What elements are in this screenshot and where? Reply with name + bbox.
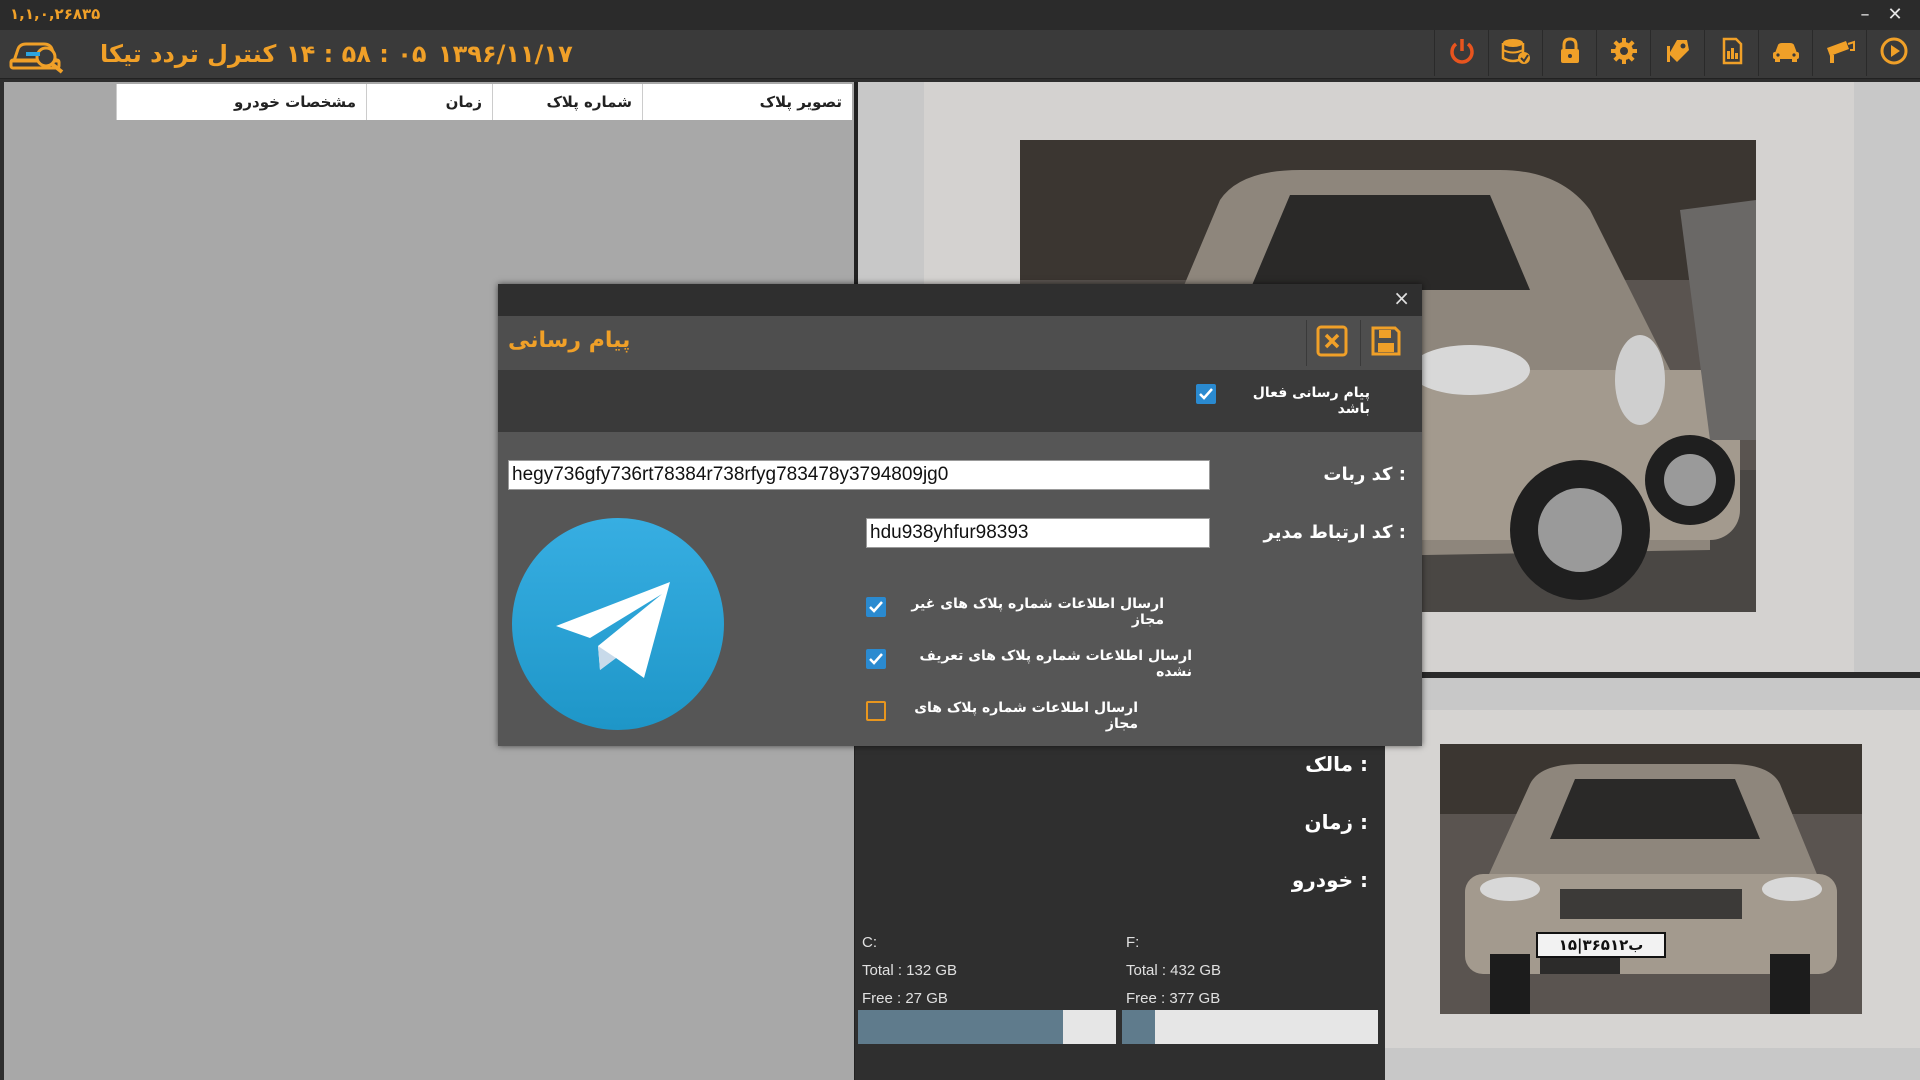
bot-code-label: کد ربات : <box>1323 464 1406 485</box>
settings-button[interactable] <box>1596 30 1651 76</box>
close-window-button[interactable]: ✕ <box>1880 2 1910 28</box>
check-icon <box>869 653 883 665</box>
cancel-button[interactable] <box>1306 320 1357 366</box>
option-unauthorized-checkbox[interactable] <box>866 597 886 617</box>
tag-icon <box>1663 36 1693 70</box>
car-photo-front: ۱۵|۳۶۵ب۱۲ <box>1440 744 1862 1014</box>
camera-button[interactable] <box>1812 30 1867 76</box>
drive-c-name: C: <box>862 934 877 951</box>
lock-button[interactable] <box>1542 30 1597 76</box>
minimize-button[interactable]: – <box>1850 2 1880 28</box>
owner-label: مالک : <box>1305 752 1368 776</box>
tag-button[interactable] <box>1650 30 1705 76</box>
car-label: خودرو : <box>1291 868 1368 892</box>
dialog-close-button[interactable]: × <box>1393 286 1410 310</box>
car-button[interactable] <box>1758 30 1813 76</box>
option-unauthorized-label: ارسال اطلاعات شماره پلاک های غیر مجاز <box>911 596 1164 628</box>
option-undefined-label: ارسال اطلاعات شماره پلاک های تعریف نشده <box>919 648 1192 680</box>
option-undefined-checkbox[interactable] <box>866 649 886 669</box>
drive-c-usage-bar <box>858 1010 1116 1044</box>
drive-c-total: Total : 132 GB <box>862 962 958 979</box>
license-plate: ۱۵|۳۶۵ب۱۲ <box>1536 932 1666 958</box>
column-car-details[interactable]: مشخصات خودرو <box>116 84 366 120</box>
power-icon <box>1447 36 1477 70</box>
drive-f-total: Total : 432 GB <box>1126 962 1222 979</box>
app-name: کنترل تردد تیکا <box>100 40 277 68</box>
enable-messaging-label: پیام رسانی فعال باشد <box>1252 385 1370 417</box>
admin-code-label: کد ارتباط مدیر : <box>1263 522 1406 543</box>
drive-f-name: F: <box>1126 934 1140 951</box>
dialog-title-bar <box>498 284 1422 316</box>
option-authorized-checkbox[interactable] <box>866 701 886 721</box>
version-label: ۱,۱,۰,۲۶۸۳۵ <box>10 5 101 23</box>
check-icon <box>869 601 883 613</box>
report-button[interactable] <box>1704 30 1759 76</box>
telegram-logo-icon <box>512 518 724 730</box>
power-button[interactable] <box>1434 30 1489 76</box>
lock-icon <box>1555 36 1585 70</box>
app-logo-icon <box>8 33 68 75</box>
drive-f-usage-fill <box>1122 1010 1155 1044</box>
cancel-x-icon <box>1315 324 1349 362</box>
drive-c-usage-fill <box>858 1010 1064 1044</box>
drive-f-usage-bar <box>1122 1010 1378 1044</box>
enable-messaging-checkbox[interactable] <box>1196 384 1216 404</box>
title-bar <box>0 0 1920 30</box>
option-authorized-label: ارسال اطلاعات شماره پلاک های مجاز <box>914 700 1138 732</box>
car-icon <box>1770 36 1802 70</box>
drive-f-free: Free : 377 GB <box>1126 990 1221 1007</box>
report-icon <box>1717 36 1747 70</box>
records-table-header: تصویر پلاک شماره پلاک زمان مشخصات خودرو <box>116 84 852 120</box>
admin-code-input[interactable]: hdu938yhfur98393 <box>866 518 1210 548</box>
column-plate-image[interactable]: تصویر پلاک <box>642 84 852 120</box>
save-button[interactable] <box>1360 320 1411 366</box>
drive-c-free: Free : 27 GB <box>862 990 948 1007</box>
play-button[interactable] <box>1866 30 1920 76</box>
dialog-title: پیام رسانی <box>508 328 631 353</box>
database-icon <box>1500 36 1532 70</box>
dialog-header <box>498 316 1422 370</box>
play-icon <box>1879 36 1909 70</box>
time-label: زمان : <box>1304 810 1368 834</box>
check-icon <box>1199 388 1213 400</box>
clock: ۱۴ : ۵۸ : ۰۵ <box>286 40 427 68</box>
column-time[interactable]: زمان <box>366 84 492 120</box>
gear-icon <box>1609 36 1639 70</box>
save-icon <box>1369 324 1403 362</box>
bot-code-input[interactable]: hegy736gfy736rt78384r738rfyg783478y37948… <box>508 460 1210 490</box>
column-plate-number[interactable]: شماره پلاک <box>492 84 642 120</box>
date: ۱۳۹۶/۱۱/۱۷ <box>438 40 573 68</box>
messaging-dialog: × پیام رسانی پیام رسانی فعال باشد کد ربا… <box>498 284 1422 746</box>
database-button[interactable] <box>1488 30 1543 76</box>
camera-icon <box>1824 36 1856 70</box>
